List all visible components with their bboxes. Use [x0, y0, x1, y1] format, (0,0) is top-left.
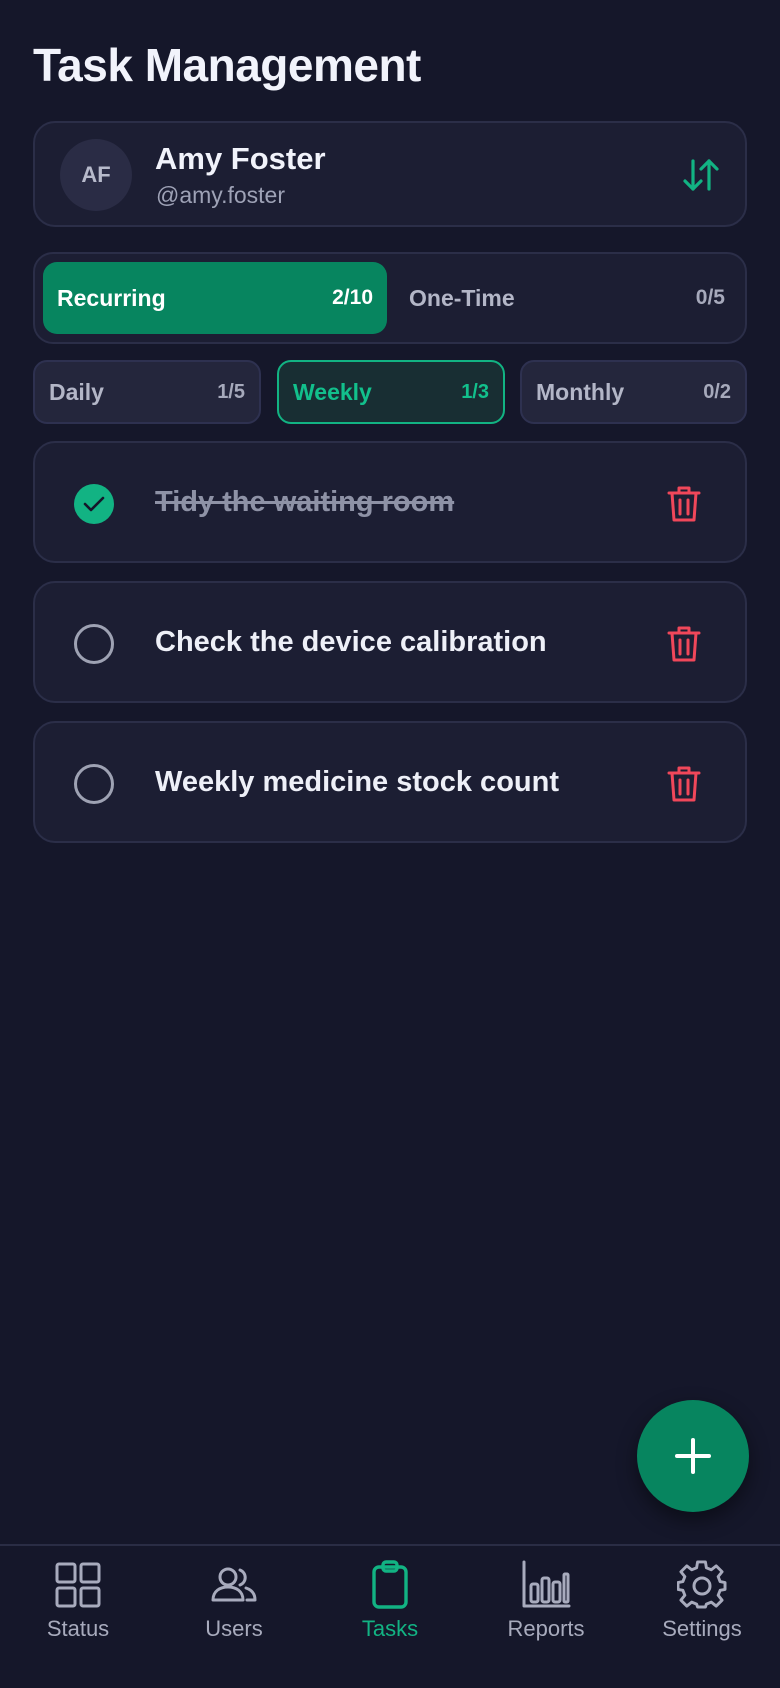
task-management-screen: Task Management AF Amy Foster @amy.foste…	[0, 0, 780, 1688]
user-name: Amy Foster	[155, 141, 326, 176]
nav-item-settings[interactable]: Settings	[624, 1560, 780, 1660]
task-checkbox[interactable]	[74, 764, 114, 804]
nav-item-tasks[interactable]: Tasks	[312, 1560, 468, 1660]
nav-label: Status	[46, 1616, 110, 1641]
tab-label: Monthly	[536, 378, 625, 405]
switch-user-button[interactable]	[679, 153, 723, 197]
segment-label: Recurring	[57, 284, 166, 311]
task-card: Check the device calibration	[33, 581, 747, 703]
task-card: Weekly medicine stock count	[33, 721, 747, 843]
tab-label: Weekly	[293, 378, 372, 405]
tab-label: Daily	[49, 378, 104, 405]
nav-label: Tasks	[361, 1616, 419, 1641]
page-title: Task Management	[33, 39, 421, 91]
segment-one-time[interactable]: One-Time 0/5	[395, 262, 739, 334]
task-card: Tidy the waiting room	[33, 441, 747, 563]
clipboard-icon	[372, 1560, 408, 1609]
tab-daily[interactable]: Daily 1/5	[33, 360, 261, 424]
task-text: Tidy the waiting room	[155, 486, 455, 518]
user-card[interactable]: AF Amy Foster @amy.foster	[33, 121, 747, 227]
nav-item-status[interactable]: Status	[0, 1560, 156, 1660]
tab-count: 1/5	[217, 380, 245, 403]
segment-count: 2/10	[332, 286, 373, 309]
task-type-toggle: Recurring 2/10 One-Time 0/5	[33, 252, 747, 344]
user-handle: @amy.foster	[156, 182, 286, 208]
grid-icon	[55, 1562, 101, 1608]
bar-chart-icon	[522, 1560, 571, 1608]
swap-vertical-icon	[683, 159, 719, 191]
add-task-button[interactable]	[637, 1400, 749, 1512]
task-checkbox[interactable]	[74, 484, 114, 524]
segment-recurring[interactable]: Recurring 2/10	[43, 262, 387, 334]
plus-icon	[675, 1438, 711, 1474]
gear-icon	[677, 1560, 727, 1609]
tab-weekly[interactable]: Weekly 1/3	[277, 360, 505, 424]
tab-count: 1/3	[461, 380, 489, 403]
segment-count: 0/5	[695, 286, 725, 309]
nav-item-users[interactable]: Users	[156, 1560, 312, 1660]
nav-label: Reports	[507, 1616, 585, 1641]
users-icon	[211, 1567, 257, 1602]
nav-label: Users	[205, 1616, 263, 1641]
tab-monthly[interactable]: Monthly 0/2	[520, 360, 747, 424]
task-checkbox[interactable]	[74, 624, 114, 664]
nav-label: Settings	[662, 1616, 742, 1641]
task-text: Check the device calibration	[155, 626, 547, 658]
tab-count: 0/2	[703, 380, 731, 403]
task-text: Weekly medicine stock count	[155, 766, 559, 798]
bottom-nav: Status Users Tasks Reports Settings	[0, 1544, 780, 1688]
trash-icon[interactable]	[667, 485, 701, 523]
segment-label: One-Time	[409, 284, 515, 311]
avatar: AF	[60, 139, 132, 211]
trash-icon[interactable]	[667, 625, 701, 663]
trash-icon[interactable]	[667, 765, 701, 803]
checkmark-icon	[83, 496, 105, 512]
nav-item-reports[interactable]: Reports	[468, 1560, 624, 1660]
